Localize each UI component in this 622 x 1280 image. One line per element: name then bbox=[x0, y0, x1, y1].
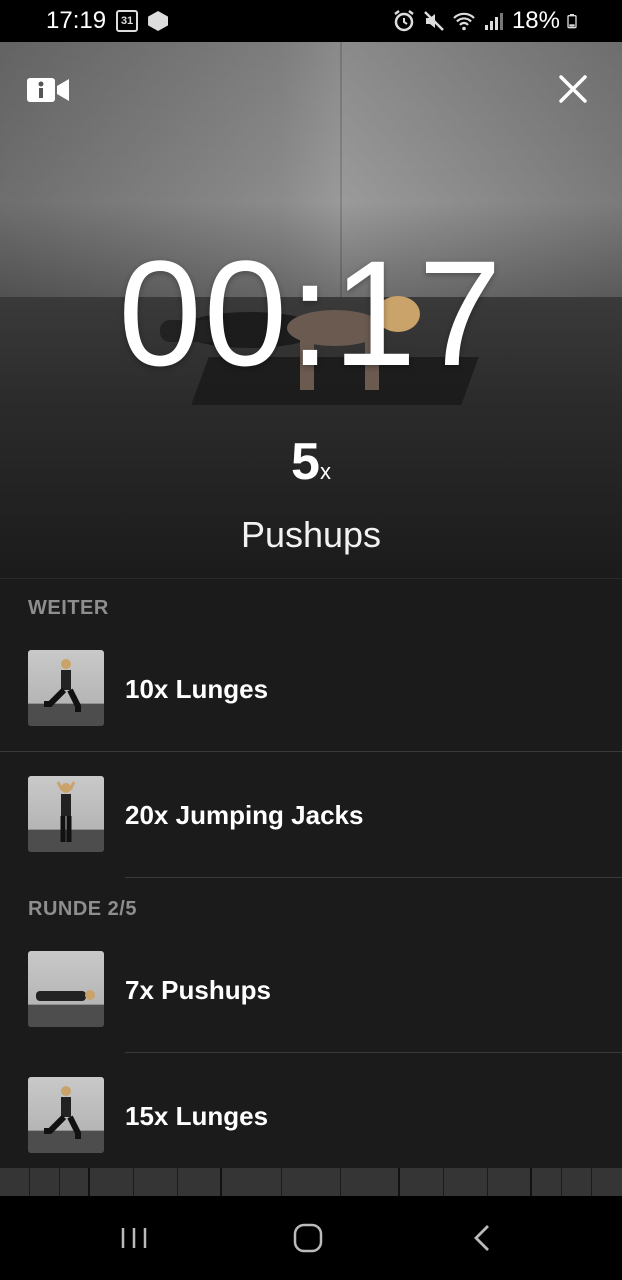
progress-segment bbox=[282, 1168, 341, 1196]
athlete-figure bbox=[28, 1086, 104, 1153]
list-item-label: 10x Lunges bbox=[125, 673, 269, 704]
list-item-label: 20x Jumping Jacks bbox=[125, 799, 364, 830]
pushups-thumbnail bbox=[28, 951, 104, 1027]
calendar-icon: 31 bbox=[116, 10, 139, 32]
home-icon[interactable] bbox=[286, 1216, 330, 1260]
list-item[interactable]: 20x Jumping Jacks bbox=[0, 752, 622, 878]
list-item[interactable]: 10x Lunges bbox=[0, 626, 622, 752]
battery-percent: 18% bbox=[511, 7, 560, 34]
progress-segment bbox=[134, 1168, 178, 1196]
alarm-icon bbox=[394, 10, 414, 32]
athlete-figure bbox=[28, 781, 104, 852]
section-label-next: WEITER bbox=[28, 597, 109, 619]
wifi-icon bbox=[453, 12, 475, 31]
progress-segment bbox=[592, 1168, 622, 1196]
battery-icon bbox=[567, 14, 577, 29]
progress-segment bbox=[0, 1168, 30, 1196]
rep-count-number: 5 bbox=[291, 433, 320, 491]
back-icon[interactable] bbox=[460, 1216, 504, 1260]
progress-segment bbox=[30, 1168, 60, 1196]
workout-progress-bar bbox=[0, 1168, 622, 1196]
recent-apps-icon[interactable] bbox=[112, 1216, 156, 1260]
list-item-label: 15x Lunges bbox=[125, 1100, 269, 1131]
status-time: 17:19 bbox=[46, 7, 107, 34]
progress-segment bbox=[60, 1168, 90, 1196]
progress-segment bbox=[488, 1168, 532, 1196]
current-exercise-name: Pushups bbox=[240, 514, 382, 555]
rep-count: 5x bbox=[0, 432, 622, 492]
mute-icon bbox=[424, 11, 444, 31]
progress-segment bbox=[341, 1168, 400, 1196]
video-info-icon[interactable] bbox=[26, 76, 72, 104]
athlete-figure bbox=[28, 990, 104, 1027]
divider bbox=[0, 578, 622, 579]
countdown-timer: 00:17 bbox=[118, 229, 504, 397]
signal-icon bbox=[484, 13, 503, 30]
progress-segment bbox=[562, 1168, 592, 1196]
navigation-bar bbox=[0, 1196, 622, 1280]
divider bbox=[125, 877, 622, 878]
athlete-figure bbox=[28, 659, 104, 726]
list-item-label: 7x Pushups bbox=[125, 974, 271, 1005]
progress-segment bbox=[178, 1168, 222, 1196]
progress-segment bbox=[444, 1168, 488, 1196]
list-item[interactable]: 15x Lunges bbox=[0, 1053, 622, 1179]
close-icon[interactable] bbox=[556, 72, 590, 106]
lunges-thumbnail bbox=[28, 650, 104, 726]
lunges-thumbnail bbox=[28, 1077, 104, 1153]
section-label-round: RUNDE 2/5 bbox=[28, 898, 137, 920]
rep-count-unit: x bbox=[319, 459, 331, 484]
progress-segment bbox=[532, 1168, 562, 1196]
jumping-jacks-thumbnail bbox=[28, 776, 104, 852]
progress-segment bbox=[400, 1168, 444, 1196]
status-bar: 17:19 31 18% bbox=[0, 0, 622, 42]
list-item[interactable]: 7x Pushups bbox=[0, 927, 622, 1053]
app-notification-icon bbox=[148, 11, 169, 31]
progress-segment bbox=[222, 1168, 282, 1196]
progress-segment bbox=[90, 1168, 134, 1196]
